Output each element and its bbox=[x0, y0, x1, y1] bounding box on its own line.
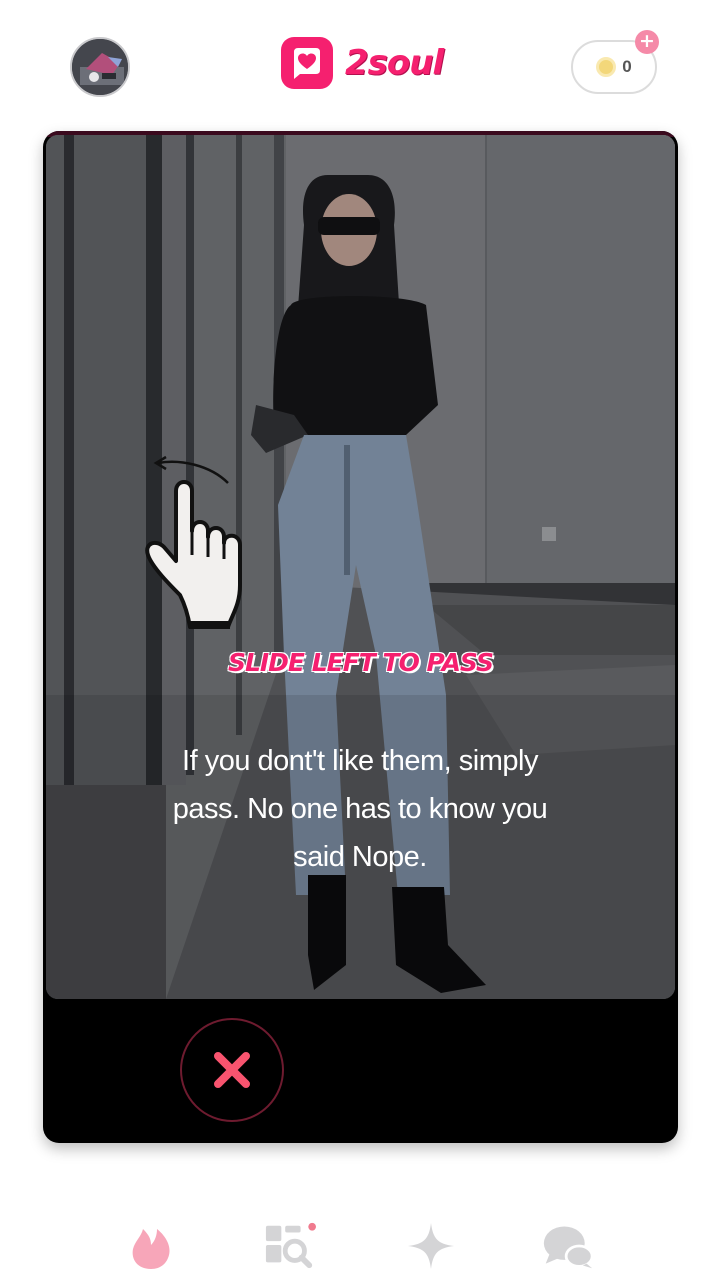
swipe-instruction-text: If you dont't like them, simply pass. No… bbox=[172, 745, 548, 873]
heart-chat-icon bbox=[281, 37, 333, 89]
chat-bubbles-icon bbox=[543, 1226, 594, 1269]
nav-item-swipe[interactable] bbox=[125, 1220, 177, 1272]
close-x-icon bbox=[214, 1052, 250, 1088]
discover-search-icon bbox=[265, 1222, 316, 1269]
notification-dot bbox=[308, 1222, 316, 1231]
plus-icon[interactable]: + bbox=[635, 30, 659, 54]
nav-item-sparkle[interactable] bbox=[405, 1220, 457, 1272]
top-bar: 2soul 0 + bbox=[0, 0, 720, 130]
coin-count: 0 bbox=[622, 57, 632, 76]
nav-item-chats[interactable] bbox=[542, 1220, 594, 1272]
profile-card[interactable]: SLIDE LEFT TO PASS If you dont't like th… bbox=[43, 131, 678, 1143]
swipe-left-hand-icon bbox=[145, 455, 242, 629]
pass-button[interactable] bbox=[180, 1018, 284, 1122]
app-logo: 2soul bbox=[281, 37, 444, 89]
nav-item-discover[interactable] bbox=[264, 1220, 316, 1272]
sparkle-icon bbox=[408, 1223, 454, 1269]
swipe-instruction-title: SLIDE LEFT TO PASS bbox=[227, 648, 494, 677]
profile-avatar[interactable] bbox=[70, 37, 130, 97]
flame-icon bbox=[132, 1229, 170, 1269]
coin-icon bbox=[596, 57, 617, 77]
avatar-image bbox=[72, 39, 128, 95]
app-name: 2soul bbox=[345, 43, 444, 83]
